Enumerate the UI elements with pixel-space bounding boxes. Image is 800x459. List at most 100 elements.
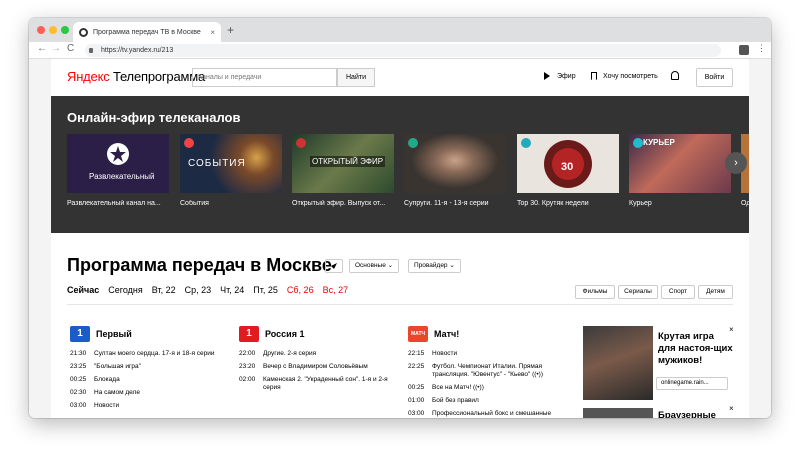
bell-icon[interactable] [671, 71, 679, 80]
program-row[interactable]: 01:00 Бой без правил [408, 397, 568, 405]
channel-badge-icon [521, 138, 531, 148]
live-card-thumb-text: ОТКРЫТЫЙ ЭФИР [310, 156, 386, 167]
live-card-caption: События [180, 200, 209, 207]
genre-filter-kids[interactable]: Детям [698, 285, 733, 299]
channel-badge-icon [408, 138, 418, 148]
program-title: Футбол. Чемпионат Италии. Прямая трансля… [432, 363, 544, 378]
program-row[interactable]: 00:25 Блокада [70, 376, 230, 384]
live-card-caption: Развлекательный канал на... [67, 200, 161, 207]
next-arrow-button[interactable]: › [725, 152, 747, 174]
site-header: Яндекс Телепрограмма Каналы и передачи Н… [51, 59, 749, 96]
search-button[interactable]: Найти [337, 68, 375, 87]
program-row[interactable]: 22:00 Другие. 2-я серия [239, 350, 399, 358]
channel-logo-icon: 1 [239, 326, 259, 342]
site-logo[interactable]: Яндекс Телепрограмма [67, 69, 205, 84]
program-time: 22:25 [408, 363, 425, 370]
program-time: 21:30 [70, 350, 87, 357]
profile-icon[interactable] [739, 45, 749, 55]
ad-domain-button[interactable]: onlinegame.rain... [656, 377, 728, 390]
channel-name: Матч! [434, 329, 460, 339]
live-card-thumb-text: Развлекательный [89, 172, 155, 181]
program-row[interactable]: 00:25 Все на Матч! ((•)) [408, 384, 568, 392]
channel-header[interactable]: 1 Россия 1 [239, 326, 399, 342]
location-button[interactable] [325, 259, 343, 273]
forward-button[interactable]: → [51, 43, 61, 54]
live-card[interactable]: Супруги. 11-я - 13-я серии [404, 134, 506, 207]
day-tab[interactable]: Пт, 25 [253, 285, 278, 295]
browser-menu-icon[interactable]: ⋮ [757, 43, 766, 54]
play-icon [544, 72, 550, 80]
day-tab[interactable]: Сегодня [108, 285, 143, 295]
page-viewport: Яндекс Телепрограмма Каналы и передачи Н… [29, 59, 771, 418]
day-tab-now[interactable]: Сейчас [67, 285, 99, 295]
day-tab-weekend[interactable]: Вс, 27 [323, 285, 349, 295]
genre-filter-films[interactable]: Фильмы [575, 285, 615, 299]
live-link[interactable]: Эфир [544, 72, 576, 80]
search-input[interactable]: Каналы и передачи [192, 68, 337, 87]
bookmark-icon [591, 72, 597, 80]
channel-name: Первый [96, 329, 132, 339]
live-card[interactable]: ОТКРЫТЫЙ ЭФИР Открытый эфир. Выпуск от..… [292, 134, 394, 207]
day-tabs: Сейчас Сегодня Вт, 22 Ср, 23 Чт, 24 Пт, … [67, 285, 357, 295]
program-row[interactable]: 02:30 На самом деле [70, 389, 230, 397]
program-time: 22:00 [239, 350, 256, 357]
program-title: На самом деле [94, 389, 140, 396]
channel-header[interactable]: 1 Первый [70, 326, 230, 342]
channel-block: 1 Первый 21:30 Султан моего сердца. 17-я … [70, 326, 230, 415]
login-button[interactable]: Войти [696, 68, 733, 87]
live-card-thumbnail: СОБЫТИЯ [180, 134, 282, 193]
live-card-thumbnail: ОТКРЫТЫЙ ЭФИР [292, 134, 394, 193]
program-time: 00:25 [70, 376, 87, 383]
ad-close-icon[interactable]: × [729, 404, 734, 413]
program-row[interactable]: 03:00 Новости [70, 402, 230, 410]
live-card[interactable]: СОБЫТИЯ События [180, 134, 282, 207]
browser-window: Программа передач ТВ в Москве × + ← → C … [29, 18, 771, 418]
day-tab-weekend[interactable]: Сб, 26 [287, 285, 314, 295]
reload-button[interactable]: C [67, 43, 74, 54]
ad-close-icon[interactable]: × [729, 325, 734, 334]
program-time: 00:25 [408, 384, 425, 391]
program-time: 01:00 [408, 397, 425, 404]
live-channels-section: Онлайн-эфир телеканалов Развлекательный … [51, 96, 749, 233]
divider [67, 304, 733, 305]
program-row[interactable]: 22:25 Футбол. Чемпионат Италии. Прямая тр… [408, 363, 568, 379]
ad-title: Крутая игра для настоя-щих мужиков! [658, 331, 733, 366]
close-window-button[interactable] [37, 26, 45, 34]
program-title: Султан моего сердца. 17-я и 18-я серии [94, 350, 215, 357]
tab-close-icon[interactable]: × [210, 28, 215, 37]
minimize-window-button[interactable] [49, 26, 57, 34]
program-row[interactable]: 03:00 Профессиональный бокс и смешанные [408, 410, 568, 418]
program-time: 22:15 [408, 350, 425, 357]
live-card[interactable]: Развлекательный Развлекательный канал на… [67, 134, 169, 207]
maximize-window-button[interactable] [61, 26, 69, 34]
program-title: "Большая игра" [94, 363, 141, 370]
provider-dropdown[interactable]: Провайдер ⌄ [408, 259, 461, 273]
program-row[interactable]: 23:20 Вечер с Владимиром Соловьёвым [239, 363, 399, 371]
url-field[interactable]: https://tv.yandex.ru/213 [85, 44, 721, 57]
program-row[interactable]: 22:15 Новости [408, 350, 568, 358]
back-button[interactable]: ← [37, 43, 47, 54]
address-bar-row: ← → C https://tv.yandex.ru/213 ⋮ [29, 42, 771, 59]
genre-filter-sport[interactable]: Спорт [661, 285, 695, 299]
day-tab[interactable]: Чт, 24 [220, 285, 244, 295]
main-channels-label: Основные [355, 262, 386, 269]
browser-tab[interactable]: Программа передач ТВ в Москве × [73, 22, 221, 42]
live-card-thumbnail [404, 134, 506, 193]
day-tab[interactable]: Вт, 22 [152, 285, 176, 295]
genre-filter-series[interactable]: Сериалы [618, 285, 658, 299]
main-channels-dropdown[interactable]: Основные ⌄ [349, 259, 400, 273]
day-tab[interactable]: Ср, 23 [185, 285, 212, 295]
live-card[interactable]: КУРЬЕР Курьер [629, 134, 731, 207]
new-tab-button[interactable]: + [227, 23, 234, 37]
channel-header[interactable]: МАТЧ Матч! [408, 326, 568, 342]
channel-name: Россия 1 [265, 329, 305, 339]
program-row[interactable]: 23:25 "Большая игра" [70, 363, 230, 371]
program-row[interactable]: 21:30 Султан моего сердца. 17-я и 18-я се… [70, 350, 230, 358]
program-time: 03:00 [70, 402, 87, 409]
live-card-caption: Открытый эфир. Выпуск от... [292, 200, 386, 207]
watchlist-link[interactable]: Хочу посмотреть [591, 72, 658, 80]
ad-image [583, 326, 653, 400]
live-card[interactable]: 30 Top 30. Крутяк недели [517, 134, 619, 207]
program-title: Вечер с Владимиром Соловьёвым [263, 363, 368, 370]
program-row[interactable]: 02:00 Каменская 2. "Украденный сон". 1-я … [239, 376, 399, 392]
